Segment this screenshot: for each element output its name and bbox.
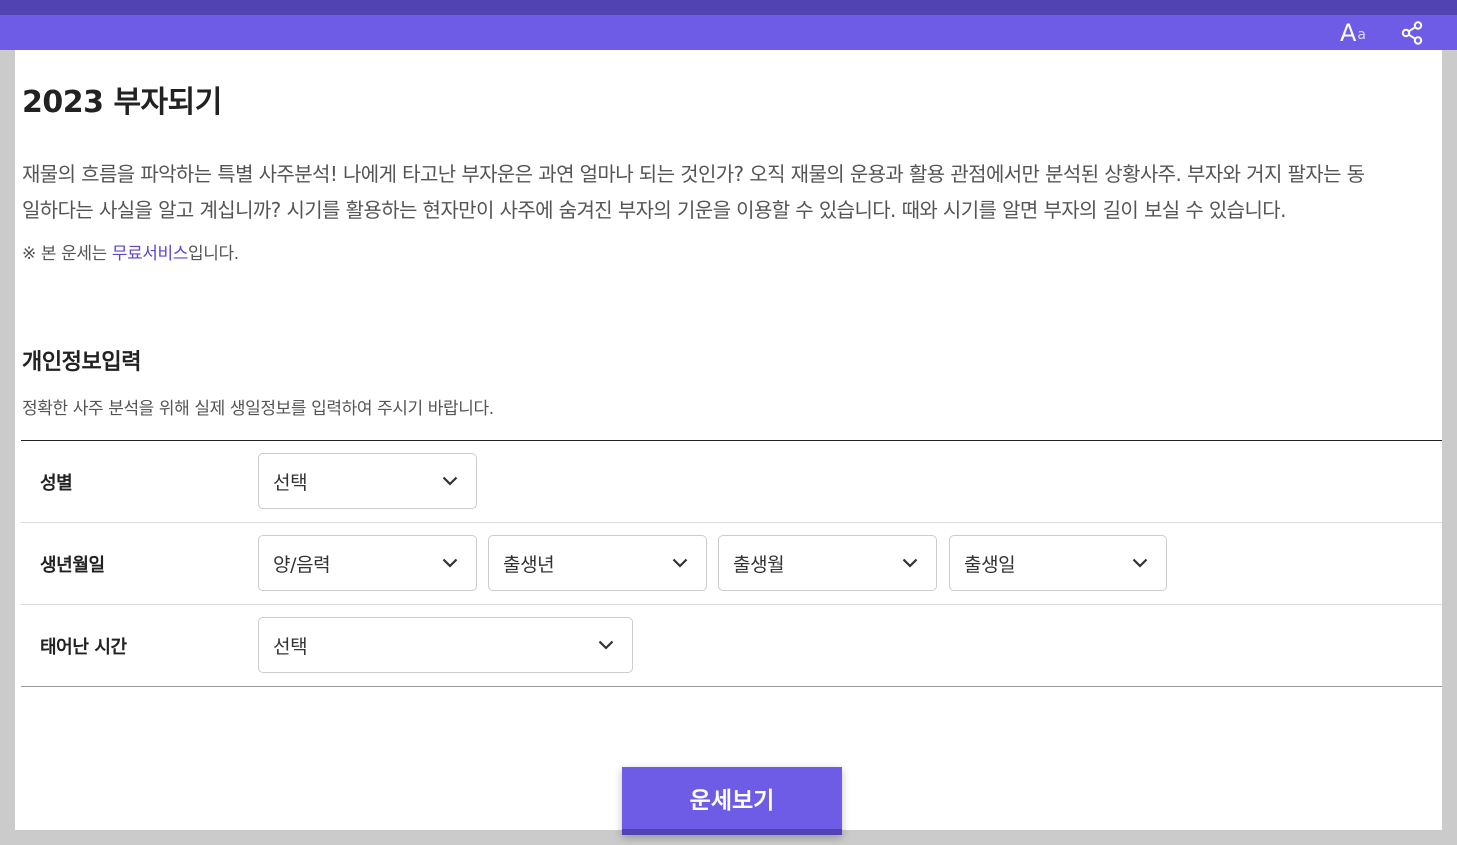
share-button[interactable] [1392,15,1432,50]
font-size-icon: Aa [1339,18,1366,47]
chevron-down-icon [902,558,918,568]
birth-year-select[interactable]: 출생년 [488,535,707,591]
section-subtitle: 정확한 사주 분석을 위해 실제 생일정보를 입력하여 주시기 바랍니다. [22,399,494,419]
gender-label: 성별 [40,473,73,494]
view-fortune-button[interactable]: 운세보기 [622,767,842,835]
section-title: 개인정보입력 [22,350,142,375]
calendar-type-select[interactable]: 양/음력 [258,535,477,591]
font-size-button[interactable]: Aa [1333,15,1373,50]
free-service-note: ※ 본 운세는 무료서비스입니다. [22,244,239,264]
description-line-2: 일하다는 사실을 알고 계십니까? 시기를 활용하는 현자만이 사주에 숨겨진 … [22,198,1286,222]
free-service-link[interactable]: 무료서비스 [112,244,189,264]
birthdate-row: 생년월일 양/음력 출생년 출생월 출생일 [21,523,1442,605]
chevron-down-icon [442,558,458,568]
description: 재물의 흐름을 파악하는 특별 사주분석! 나에게 타고난 부자운은 과연 얼마… [22,156,1442,228]
birthdate-label: 생년월일 [40,555,105,576]
share-icon [1401,20,1423,45]
chevron-down-icon [442,476,458,486]
birth-month-select[interactable]: 출생월 [718,535,937,591]
chevron-down-icon [598,640,614,650]
content-page: 2023 부자되기 재물의 흐름을 파악하는 특별 사주분석! 나에게 타고난 … [15,50,1442,835]
personal-info-form: 성별 선택 생년월일 양/음력 출생년 출생월 출생일 태어난 시간 선택 [21,440,1442,687]
birth-time-row: 태어난 시간 선택 [21,605,1442,687]
gender-row: 성별 선택 [21,441,1442,523]
chevron-down-icon [672,558,688,568]
description-line-1: 재물의 흐름을 파악하는 특별 사주분석! 나에게 타고난 부자운은 과연 얼마… [22,162,1365,186]
top-bar: Aa [0,0,1457,50]
chevron-down-icon [1132,558,1148,568]
gender-select[interactable]: 선택 [258,453,477,509]
birth-day-select[interactable]: 출생일 [949,535,1167,591]
page-title: 2023 부자되기 [22,85,222,120]
birth-time-label: 태어난 시간 [40,637,127,658]
birth-time-select[interactable]: 선택 [258,617,633,673]
